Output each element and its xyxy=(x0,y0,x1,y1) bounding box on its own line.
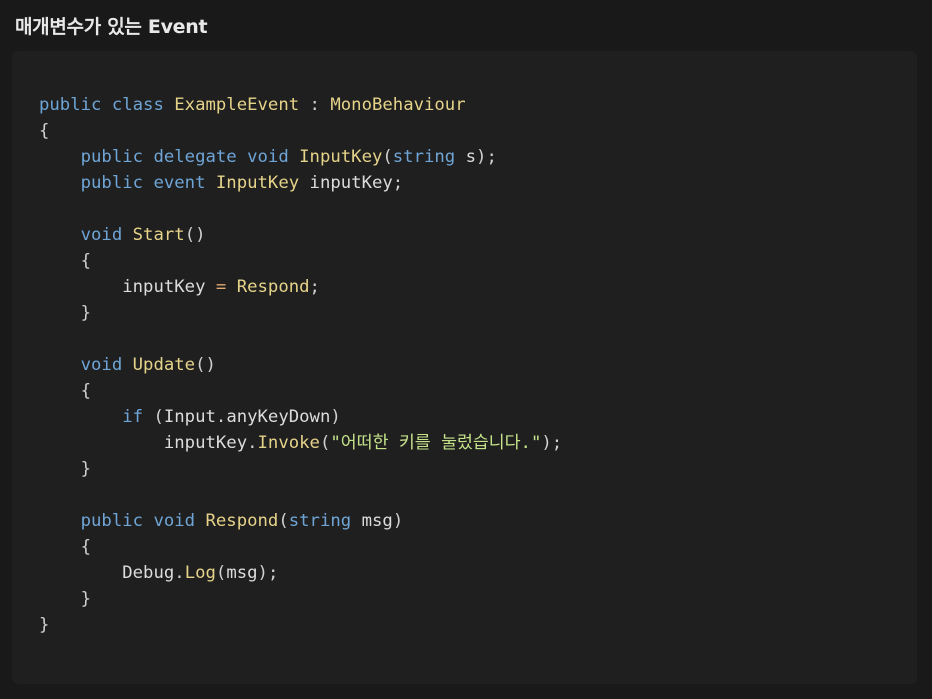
code-line: } xyxy=(80,459,92,479)
code-line: { xyxy=(80,251,92,271)
code-line: void Start() xyxy=(80,225,206,245)
code-block[interactable]: public class ExampleEvent : MonoBehaviou… xyxy=(12,51,917,684)
code-line: inputKey = Respond; xyxy=(122,277,320,297)
code-line: { xyxy=(80,537,92,557)
code-line: if (Input.anyKeyDown) xyxy=(122,407,341,427)
code-line: public void Respond(string msg) xyxy=(80,511,404,531)
code-line: public delegate void InputKey(string s); xyxy=(80,147,497,167)
code-line: { xyxy=(39,121,50,141)
section-heading: 매개변수가 있는 Event xyxy=(15,16,208,38)
code-line: public event InputKey inputKey; xyxy=(80,173,404,193)
code-line: public class ExampleEvent : MonoBehaviou… xyxy=(39,95,466,115)
code-line: } xyxy=(39,615,50,635)
code-line: void Update() xyxy=(80,355,216,375)
code-line: } xyxy=(80,303,92,323)
code-line: inputKey.Invoke("어떠한 키를 눌렀습니다."); xyxy=(163,433,563,453)
code-line: { xyxy=(80,381,92,401)
code-line: Debug.Log(msg); xyxy=(122,563,279,583)
code-line: } xyxy=(80,589,92,609)
code-lines: public class ExampleEvent : MonoBehaviou… xyxy=(39,92,562,638)
